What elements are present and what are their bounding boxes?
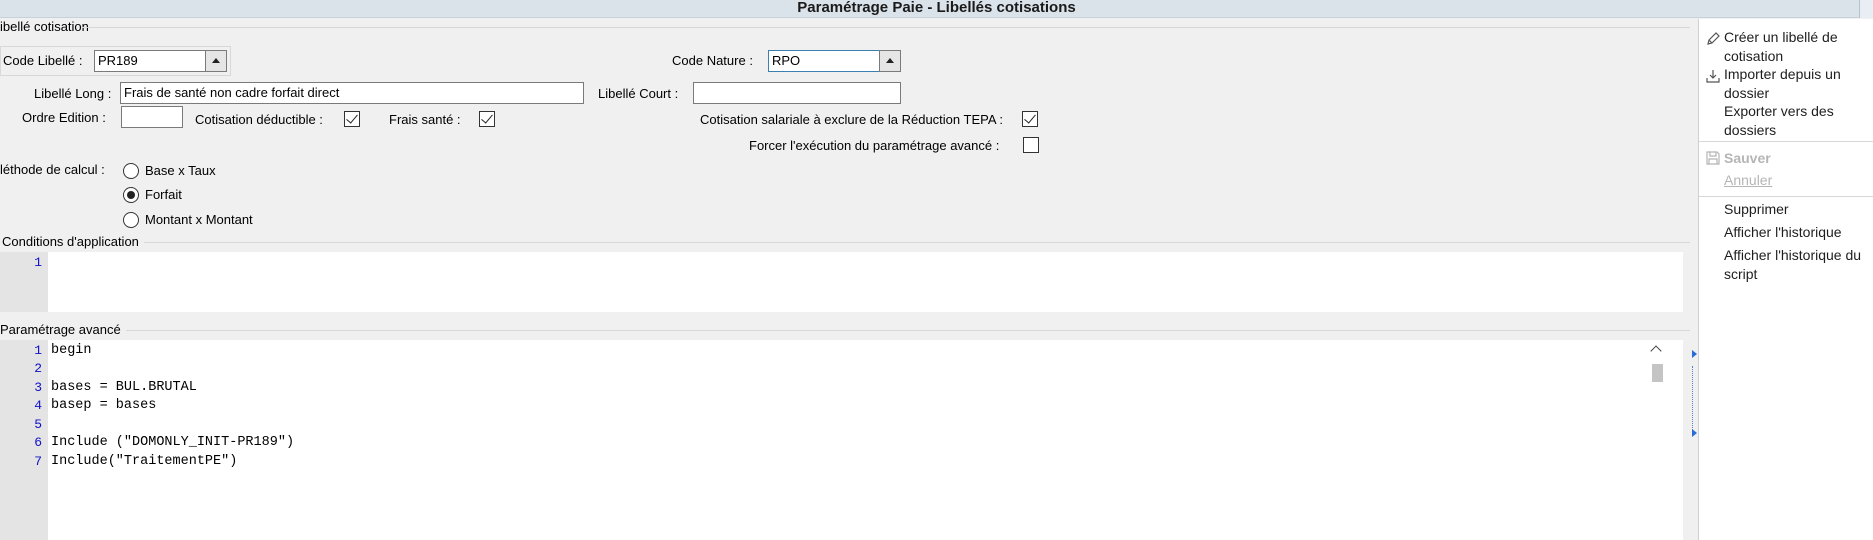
actions-panel: Créer un libellé de cotisation Importer … xyxy=(1698,19,1873,540)
import-button[interactable]: Importer depuis un dossier xyxy=(1724,65,1873,103)
script-scrollbar[interactable] xyxy=(1648,340,1666,540)
window-title-bar: Paramétrage Paie - Libellés cotisations xyxy=(0,0,1873,18)
code-line: begin xyxy=(51,343,92,358)
create-libelle-button[interactable]: Créer un libellé de cotisation xyxy=(1724,28,1873,66)
conditions-editor[interactable]: 1 xyxy=(0,252,1683,312)
exclure-tepa-label: Cotisation salariale à exclure de la Réd… xyxy=(700,112,1004,127)
group-divider xyxy=(126,330,1690,331)
frais-sante-label: Frais santé : xyxy=(389,112,461,127)
ordre-edition-input[interactable] xyxy=(121,106,183,128)
code-libelle-lookup-button[interactable] xyxy=(205,50,227,72)
save-icon xyxy=(1706,151,1720,165)
line-number: 5 xyxy=(34,417,42,432)
actions-divider xyxy=(1699,196,1873,197)
import-icon xyxy=(1706,70,1720,83)
pencil-icon xyxy=(1707,32,1720,45)
cotisation-deductible-checkbox[interactable] xyxy=(344,111,360,127)
forcer-execution-label: Forcer l'exécution du paramétrage avancé… xyxy=(749,138,1000,153)
line-number: 3 xyxy=(34,380,42,395)
ordre-edition-label: Ordre Edition : xyxy=(22,110,106,125)
group-label-conditions: Conditions d'application xyxy=(2,234,139,249)
libelle-long-label: Libellé Long : xyxy=(34,86,112,101)
exclure-tepa-checkbox[interactable] xyxy=(1022,111,1038,127)
radio-montant-montant[interactable] xyxy=(123,212,139,228)
code-nature-lookup-button[interactable] xyxy=(879,50,901,72)
frais-sante-checkbox[interactable] xyxy=(479,111,495,127)
line-number: 1 xyxy=(34,343,42,358)
radio-base-taux[interactable] xyxy=(123,163,139,179)
line-number: 2 xyxy=(34,361,42,376)
scroll-thumb[interactable] xyxy=(1652,364,1663,382)
line-number: 6 xyxy=(34,435,42,450)
delete-button[interactable]: Supprimer xyxy=(1724,200,1873,219)
forcer-execution-checkbox[interactable] xyxy=(1023,137,1039,153)
code-nature-input[interactable]: RPO xyxy=(768,50,880,72)
script-editor[interactable]: 1 2 3 4 5 6 7 begin bases = BUL.BRUTAL b… xyxy=(0,340,1683,540)
cancel-button[interactable]: Annuler xyxy=(1724,171,1873,190)
code-libelle-input[interactable]: PR189 xyxy=(94,50,206,72)
panel-splitter[interactable] xyxy=(1690,19,1698,540)
libelle-court-label: Libellé Court : xyxy=(598,86,679,101)
cotisation-deductible-label: Cotisation déductible : xyxy=(195,112,323,127)
window-corner xyxy=(1859,0,1873,18)
radio-montant-montant-label: Montant x Montant xyxy=(145,212,253,227)
libelle-court-input[interactable] xyxy=(693,82,901,104)
code-line: basep = bases xyxy=(51,398,157,413)
window-title: Paramétrage Paie - Libellés cotisations xyxy=(797,0,1076,16)
save-button[interactable]: Sauver xyxy=(1724,149,1873,168)
actions-divider xyxy=(1699,141,1873,142)
radio-base-taux-label: Base x Taux xyxy=(145,163,216,178)
script-history-button[interactable]: Afficher l'historique du script xyxy=(1724,246,1873,284)
group-divider xyxy=(144,242,1690,243)
line-number: 7 xyxy=(34,454,42,469)
radio-forfait-label: Forfait xyxy=(145,187,182,202)
group-divider xyxy=(82,27,1692,28)
main-form: ibellé cotisation Code Libellé : PR189 C… xyxy=(0,19,1698,540)
code-line: bases = BUL.BRUTAL xyxy=(51,380,197,395)
scroll-up-icon[interactable] xyxy=(1650,345,1662,357)
history-button[interactable]: Afficher l'historique xyxy=(1724,223,1873,242)
line-number: 4 xyxy=(34,398,42,413)
code-line: Include ("DOMONLY_INIT-PR189") xyxy=(51,435,295,450)
splitter-arrow-icon[interactable] xyxy=(1692,350,1697,358)
code-nature-label: Code Nature : xyxy=(672,53,753,68)
code-line: Include("TraitementPE") xyxy=(51,454,238,469)
splitter-grip[interactable] xyxy=(1692,366,1695,432)
line-number: 1 xyxy=(34,255,42,270)
script-gutter: 1 2 3 4 5 6 7 xyxy=(0,340,48,540)
group-label-parametrage-avance: Paramétrage avancé xyxy=(0,322,121,337)
code-libelle-label: Code Libellé : xyxy=(3,53,83,68)
conditions-gutter: 1 xyxy=(0,252,48,312)
methode-calcul-label: léthode de calcul : xyxy=(0,162,105,177)
libelle-long-input[interactable]: Frais de santé non cadre forfait direct xyxy=(120,82,584,104)
splitter-arrow-icon[interactable] xyxy=(1692,429,1697,437)
group-label-cotisation: ibellé cotisation xyxy=(0,19,89,34)
radio-forfait[interactable] xyxy=(123,187,139,203)
export-button[interactable]: Exporter vers des dossiers xyxy=(1724,102,1873,140)
